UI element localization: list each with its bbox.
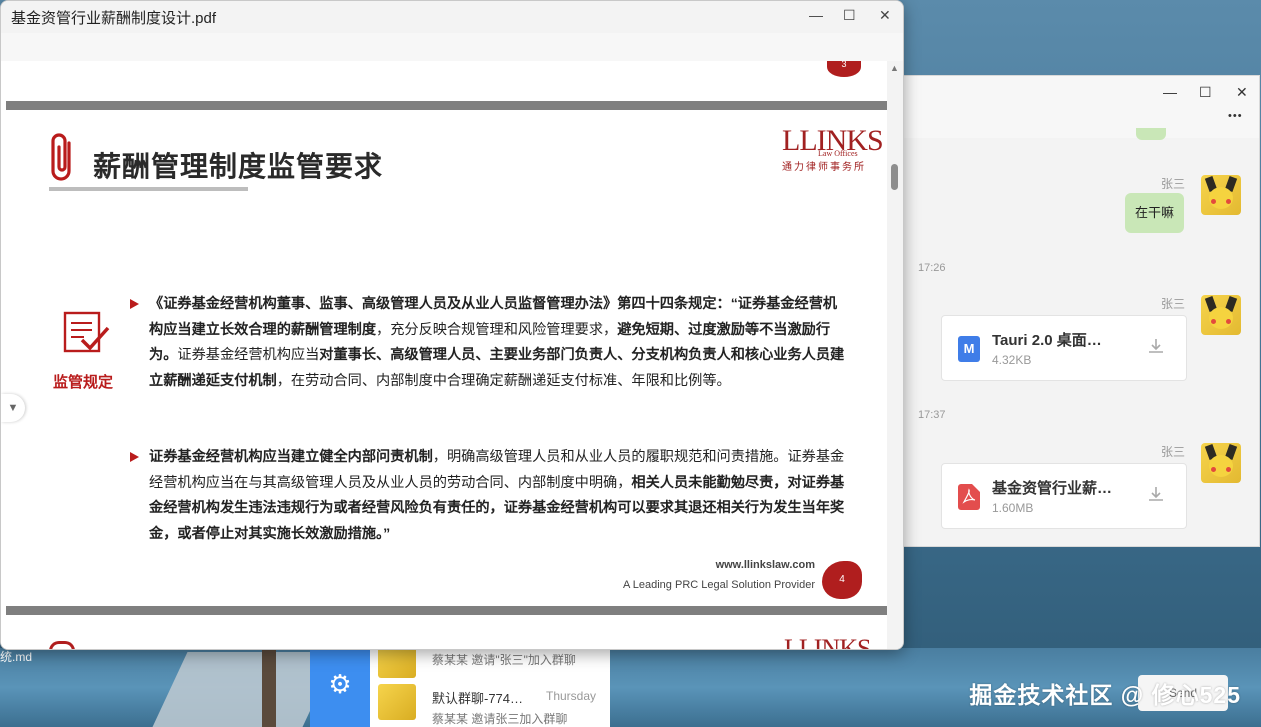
prev-page-number: 3 [827, 61, 861, 77]
download-icon[interactable] [1146, 336, 1166, 356]
sender-name: 张三 [1161, 177, 1186, 191]
page-separator [6, 101, 887, 110]
chat-list-avatar [378, 684, 416, 720]
page-heading: 薪酬管理制度监管要求 [93, 151, 384, 182]
download-icon[interactable] [1146, 484, 1166, 504]
desktop-file-label[interactable]: 统.md [0, 648, 32, 665]
regulation-paragraph-1: 《证券基金经营机构董事、监事、高级管理人员及从业人员监督管理办法》第四十四条规定… [149, 296, 845, 389]
chat-maximize-button[interactable]: ☐ [1199, 84, 1212, 101]
avatar[interactable] [1201, 175, 1241, 215]
bullet-arrow-icon [130, 299, 139, 309]
chat-list-name[interactable]: 默认群聊-774… [432, 688, 523, 707]
avatar[interactable] [1201, 295, 1241, 335]
chat-minimize-button[interactable]: — [1163, 84, 1177, 100]
next-page-logo: LLINKS [784, 634, 871, 649]
close-button[interactable]: ✕ [879, 7, 891, 24]
file-message-card[interactable]: 基金资管行业薪… 1.60MB [941, 463, 1187, 529]
llinks-logo: LLINKS Law Offices 通力律师事务所 [782, 124, 884, 174]
chat-list-preview: 蔡某某 邀请张三加入群聊 [432, 712, 568, 726]
chat-list-preview: 蔡某某 邀请"张三"加入群聊 [432, 653, 576, 667]
page-separator [6, 606, 887, 615]
window-title: 基金资管行业薪酬制度设计.pdf [11, 10, 217, 27]
regulation-paragraph-2: 证券基金经营机构应当建立健全内部问责机制，明确高级管理人员和从业人员的履职规范和… [149, 449, 845, 542]
bullet-arrow-icon [130, 452, 139, 462]
more-options-icon[interactable]: ••• [1228, 110, 1243, 122]
message-bubble-partial [1136, 128, 1166, 140]
side-label: 监管规定 [53, 374, 114, 391]
chat-close-button[interactable]: ✕ [1236, 84, 1248, 101]
file-name: 基金资管行业薪… [992, 480, 1113, 497]
minimize-button[interactable]: — [809, 7, 823, 23]
next-page-paperclip-icon [49, 641, 75, 649]
pdf-page: 薪酬管理制度监管要求 LLINKS Law Offices 通力律师事务所 监管… [6, 110, 887, 606]
chat-list: ⚙ 蔡某某 邀请"张三"加入群聊 默认群聊-774… Thursday 蔡某某 … [310, 642, 610, 727]
maximize-button[interactable]: ☐ [843, 7, 856, 24]
file-message-card[interactable]: M Tauri 2.0 桌面… 4.32KB [941, 315, 1187, 381]
chat-window: — ☐ ✕ ••• 张三 在干嘛 17:26 张三 M Tauri 2.0 桌面… [880, 75, 1260, 547]
gear-icon: ⚙ [328, 669, 352, 699]
vertical-scrollbar[interactable]: ▲ [887, 61, 903, 649]
file-size: 4.32KB [992, 353, 1032, 367]
markdown-file-icon: M [958, 336, 980, 362]
footer-tagline: A Leading PRC Legal Solution Provider [622, 579, 815, 591]
message-bubble[interactable]: 在干嘛 [1125, 193, 1185, 233]
message-time: 17:37 [918, 409, 946, 421]
pdf-window: 基金资管行业薪酬制度设计.pdf — ☐ ✕ 3 薪酬管理制度监管要求 LLIN… [0, 0, 904, 650]
page-number: 4 [822, 561, 862, 599]
document-check-icon [63, 311, 110, 353]
heading-underline [49, 187, 248, 191]
file-size: 1.60MB [992, 501, 1034, 515]
desktop-post [262, 648, 276, 727]
pdf-viewport: 3 薪酬管理制度监管要求 LLINKS Law Offices 通力律师事务所 … [1, 61, 891, 649]
chat-list-time: Thursday [546, 689, 597, 703]
pdf-titlebar: 基金资管行业薪酬制度设计.pdf — ☐ ✕ [1, 1, 903, 33]
paperclip-icon [51, 133, 71, 181]
pdf-icon [958, 484, 980, 510]
footer-url: www.llinkslaw.com [715, 559, 815, 571]
settings-gear-button[interactable]: ⚙ [310, 648, 370, 727]
scrollbar-thumb[interactable] [891, 164, 898, 190]
message-time: 17:26 [918, 262, 946, 274]
file-name: Tauri 2.0 桌面… [992, 332, 1102, 349]
pdf-toolbar [1, 33, 903, 61]
sender-name: 张三 [1161, 445, 1186, 459]
watermark: 掘金技术社区 @ 修心525 [969, 682, 1241, 708]
sender-name: 张三 [1161, 297, 1186, 311]
scroll-up-arrow-icon[interactable]: ▲ [890, 63, 899, 73]
chat-titlebar: — ☐ ✕ ••• [881, 76, 1259, 136]
avatar[interactable] [1201, 443, 1241, 483]
chat-messages: 张三 在干嘛 17:26 张三 M Tauri 2.0 桌面… 4.32KB 1… [881, 128, 1259, 546]
